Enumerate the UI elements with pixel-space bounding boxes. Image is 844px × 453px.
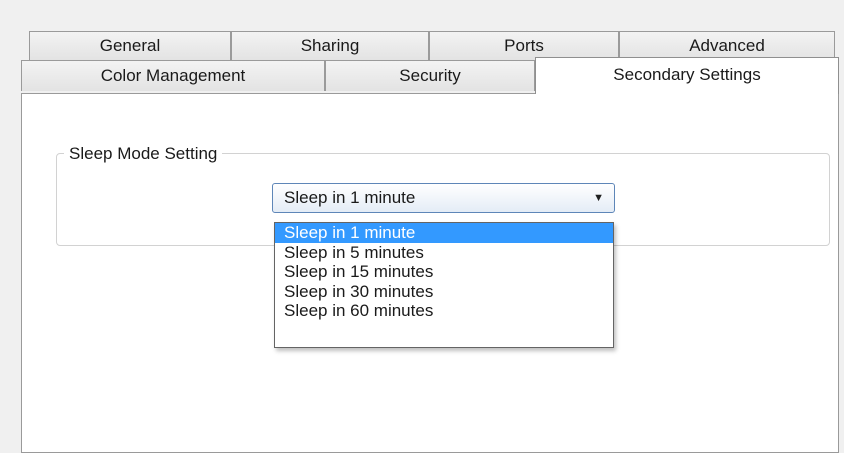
sleep-mode-group-label: Sleep Mode Setting (64, 145, 223, 163)
sleep-mode-select[interactable]: Sleep in 1 minute ▼ (272, 183, 615, 213)
tab-ports[interactable]: Ports (429, 31, 619, 60)
tab-security[interactable]: Security (325, 60, 535, 91)
tab-advanced[interactable]: Advanced (619, 31, 835, 60)
dropdown-option-30-minutes[interactable]: Sleep in 30 minutes (275, 282, 613, 302)
dropdown-option-5-minutes[interactable]: Sleep in 5 minutes (275, 243, 613, 263)
tab-color-management[interactable]: Color Management (21, 60, 325, 91)
tab-sharing[interactable]: Sharing (231, 31, 429, 60)
chevron-down-icon[interactable]: ▼ (593, 184, 604, 212)
dropdown-option-15-minutes[interactable]: Sleep in 15 minutes (275, 262, 613, 282)
sleep-mode-select-value: Sleep in 1 minute (284, 188, 416, 207)
dropdown-option-1-minute[interactable]: Sleep in 1 minute (275, 223, 613, 243)
tab-secondary-settings[interactable]: Secondary Settings (535, 57, 839, 94)
dropdown-option-60-minutes[interactable]: Sleep in 60 minutes (275, 301, 613, 321)
tab-general[interactable]: General (29, 31, 231, 60)
sleep-mode-dropdown-list: Sleep in 1 minute Sleep in 5 minutes Sle… (274, 222, 614, 348)
